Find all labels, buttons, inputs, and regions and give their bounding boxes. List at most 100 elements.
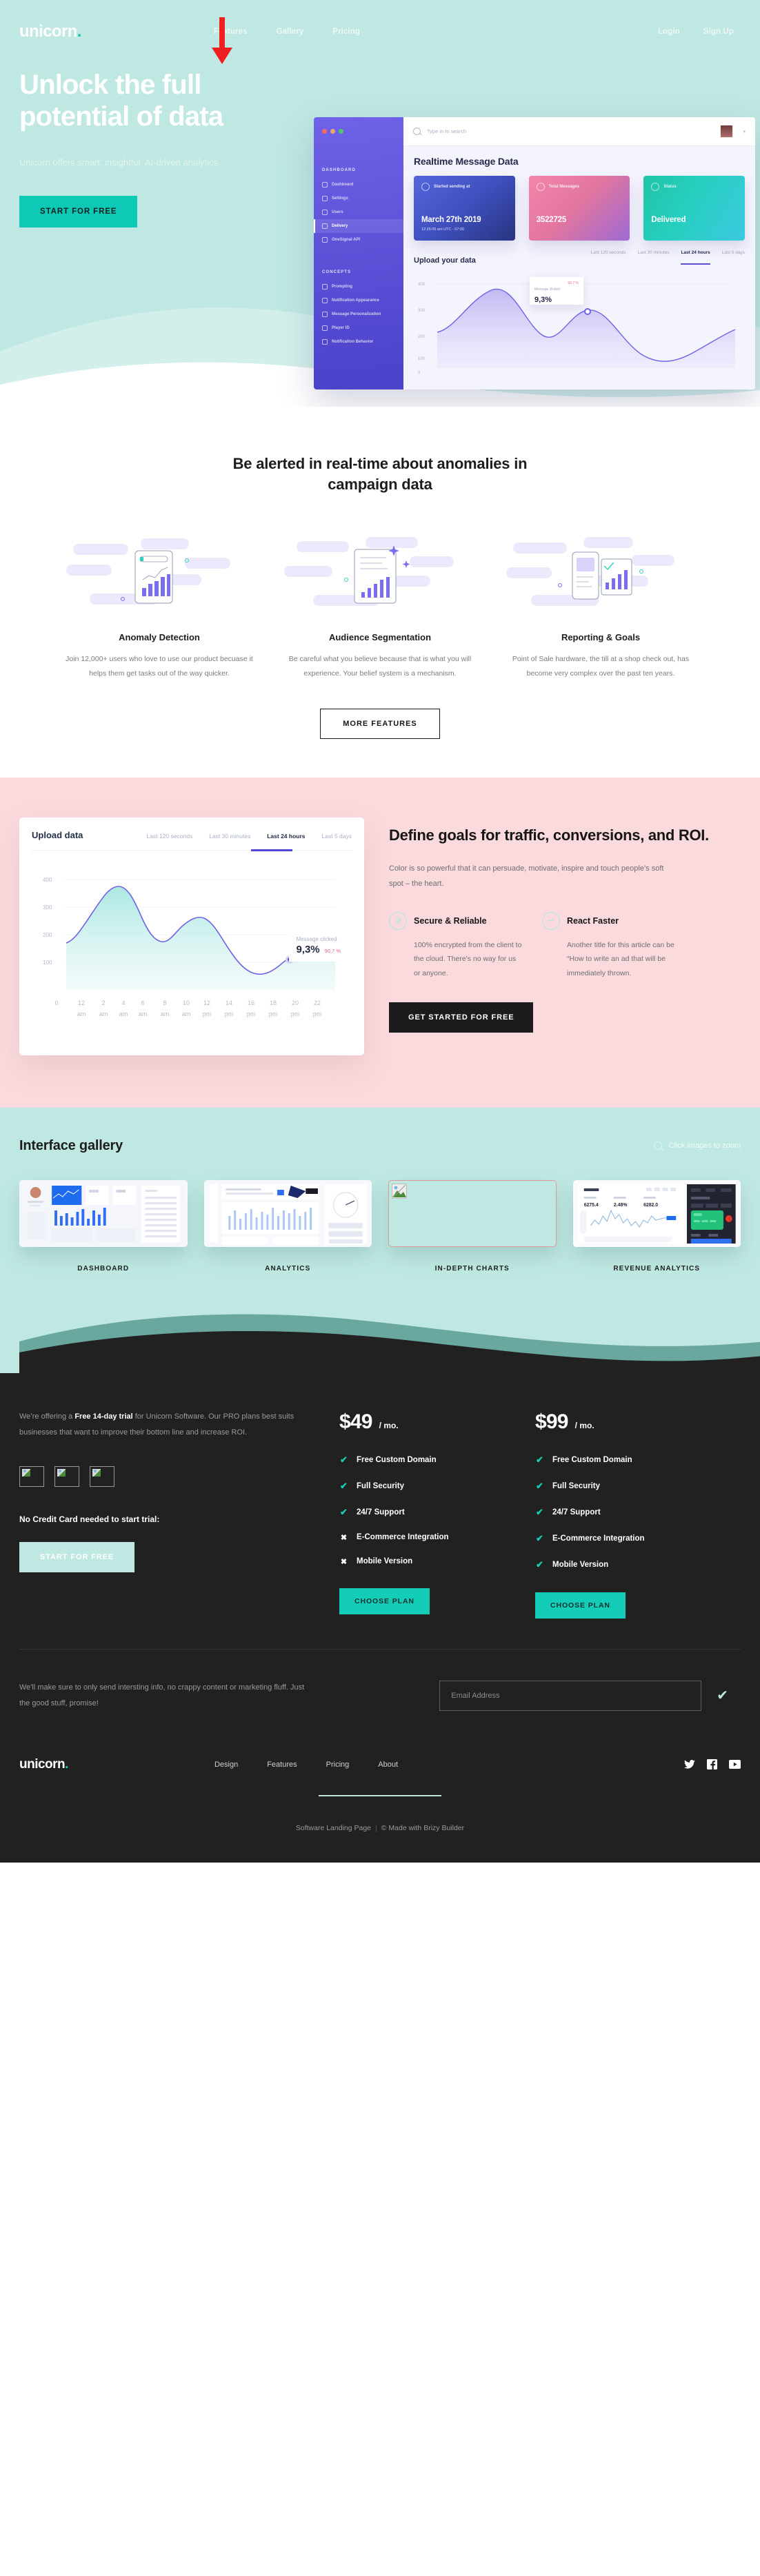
svg-text:22: 22 <box>314 1000 321 1006</box>
mock-search-placeholder[interactable]: Type in to search <box>427 128 466 134</box>
broken-image-placeholder[interactable] <box>388 1179 557 1247</box>
plan-card-49: $49 / mo. ✔ Free Custom Domain ✔ Full Secur… <box>339 1410 512 1619</box>
mock-tab-last-5-days[interactable]: Last 5 days <box>722 250 745 255</box>
svg-text:300: 300 <box>43 904 52 911</box>
gallery-caption: DASHBOARD <box>77 1264 130 1272</box>
goals-text-block: Define goals for traffic, conversions, a… <box>389 818 741 1055</box>
mock-sidebar-item-notification-appearance[interactable]: Notification Appearance <box>314 294 403 307</box>
twitter-icon[interactable] <box>683 1758 695 1770</box>
mock-sidebar-item-dashboard[interactable]: Dashboard <box>314 178 403 192</box>
svg-text:10: 10 <box>183 1000 190 1006</box>
choose-plan-button-99[interactable]: CHOOSE PLAN <box>535 1592 626 1619</box>
mock-sidebar-label: Notification Appearance <box>332 298 379 303</box>
chart-tab-underline <box>32 849 352 851</box>
svg-text:400: 400 <box>43 877 52 883</box>
mock-sidebar-item-users[interactable]: Users <box>314 205 403 219</box>
goals-column-secure-reliable: 🛡 Secure & Reliable 100% encrypted from … <box>389 911 524 980</box>
hero-title: Unlock the full potential of data <box>19 70 223 132</box>
brand-logo[interactable]: unicorn. <box>19 23 81 40</box>
signup-link[interactable]: Sign Up <box>703 28 734 36</box>
mock-stat-cards: Started sending at March 27th 2019 12:26… <box>414 176 746 241</box>
plan-feature-row: ✔ 24/7 Support <box>339 1507 512 1518</box>
plan-feature-label: E-Commerce Integration <box>357 1533 449 1542</box>
footer-logo[interactable]: unicorn. <box>19 1757 68 1772</box>
mock-sidebar-group-label-concepts: CONCEPTS <box>322 270 352 274</box>
plan-feature-label: Mobile Version <box>552 1560 609 1569</box>
svg-text:12: 12 <box>78 1000 85 1006</box>
footer-logo-text: unicorn <box>19 1756 66 1772</box>
plan-feature-row: ✔ Full Security <box>339 1481 512 1492</box>
svg-text:pm: pm <box>247 1011 256 1017</box>
gallery-caption: ANALYTICS <box>265 1264 311 1272</box>
chart-tab-last-24-hours[interactable]: Last 24 hours <box>267 833 305 840</box>
mock-sidebar: DASHBOARD Dashboard Settings Users Deliv… <box>314 117 403 389</box>
goals-column-text: Another title for this article can be “H… <box>567 940 674 977</box>
analytics-screenshot[interactable] <box>203 1179 372 1247</box>
chevron-down-icon[interactable]: ▾ <box>743 129 746 134</box>
newsletter-text: We'll make sure to only send intersting … <box>19 1683 305 1707</box>
mock-sidebar-item-settings[interactable]: Settings <box>314 192 403 205</box>
svg-text:am: am <box>119 1011 128 1017</box>
footer-link-features[interactable]: Features <box>267 1761 297 1769</box>
mock-sidebar-label: Player ID <box>332 326 350 330</box>
nav-link-pricing[interactable]: Pricing <box>332 28 360 36</box>
svg-text:am: am <box>161 1011 170 1017</box>
user-icon <box>322 210 328 215</box>
features-title: Be alerted in real-time about anomalies … <box>232 455 528 494</box>
mock-sidebar-item-prompting[interactable]: Prompting <box>314 280 403 294</box>
gallery-zoom-hint: Click images to zoom <box>654 1142 741 1150</box>
mock-sidebar-label: Notification Behavior <box>332 340 374 344</box>
choose-plan-button-49[interactable]: CHOOSE PLAN <box>339 1588 430 1614</box>
footer-link-pricing[interactable]: Pricing <box>326 1761 350 1769</box>
email-input[interactable] <box>439 1680 702 1711</box>
check-icon: ✔ <box>536 1559 543 1570</box>
facebook-icon[interactable] <box>706 1758 718 1770</box>
chart-tooltip-label: Message clicked <box>296 935 337 942</box>
revenue-analytics-screenshot[interactable]: 6275.4 2.48% 6282.0 <box>572 1179 741 1247</box>
nav-link-gallery[interactable]: Gallery <box>277 28 304 36</box>
svg-text:20: 20 <box>292 1000 299 1006</box>
check-icon[interactable]: ✔ <box>717 1689 728 1703</box>
brand-logo-text: unicorn <box>19 22 77 41</box>
dashboard-screenshot[interactable] <box>19 1179 188 1247</box>
youtube-icon[interactable] <box>729 1758 741 1770</box>
mock-sidebar-label: OneSignal API <box>332 238 361 242</box>
mock-sidebar-item-player-id[interactable]: Player ID <box>314 321 403 335</box>
footer-copyright: Software Landing Page | © Made with Brizy … <box>295 1823 465 1832</box>
mock-tab-last-120-seconds[interactable]: Last 120 seconds <box>591 250 626 255</box>
chart-tab-last-30-minutes[interactable]: Last 30 minutes <box>209 833 250 840</box>
mock-tab-last-30-minutes[interactable]: Last 30 minutes <box>638 250 670 255</box>
svg-text:12: 12 <box>203 1000 210 1006</box>
avatar[interactable] <box>720 125 734 138</box>
more-features-button[interactable]: MORE FEATURES <box>320 708 440 739</box>
footer-link-design[interactable]: Design <box>214 1761 238 1769</box>
check-icon: ✔ <box>536 1506 543 1517</box>
newsletter-divider <box>19 1648 741 1650</box>
mock-sidebar-item-notification-behavior[interactable]: Notification Behavior <box>314 335 403 349</box>
chart-tab-last-5-days[interactable]: Last 5 days <box>322 833 352 840</box>
svg-text:200: 200 <box>43 932 52 938</box>
plan-price: $99 <box>535 1410 568 1433</box>
mock-sidebar-label: Delivery <box>332 224 348 228</box>
svg-text:2: 2 <box>101 1000 105 1006</box>
cross-icon: ✖ <box>340 1533 348 1542</box>
hero-text-block: Unlock the full potential of data Unicor… <box>0 69 297 228</box>
check-icon: ✔ <box>340 1506 348 1517</box>
pricing-start-for-free-button[interactable]: START FOR FREE <box>19 1542 135 1572</box>
mock-chart-tooltip: 90,7 % Message clicked 9,3% <box>530 277 583 305</box>
login-link[interactable]: Login <box>658 28 680 36</box>
svg-text:300: 300 <box>418 309 426 313</box>
mock-sidebar-item-delivery[interactable]: Delivery <box>314 219 403 233</box>
chart-tab-last-120-seconds[interactable]: Last 120 seconds <box>147 833 193 840</box>
plan-feature-label: E-Commerce Integration <box>552 1534 645 1543</box>
footer-link-about[interactable]: About <box>378 1761 398 1769</box>
get-started-for-free-button[interactable]: GET STARTED FOR FREE <box>389 1002 534 1033</box>
hero-start-for-free-button[interactable]: START FOR FREE <box>19 196 138 228</box>
mock-sidebar-item-message-personalization[interactable]: Message Personalization <box>314 307 403 321</box>
mock-sidebar-item-onesignal-api[interactable]: OneSignal API <box>314 233 403 247</box>
svg-text:am: am <box>77 1011 86 1017</box>
mock-tab-last-24-hours[interactable]: Last 24 hours <box>681 250 710 265</box>
plan-feature-label: Free Custom Domain <box>357 1455 437 1464</box>
pricing-lead: We’re offering a Free 14-day trial for U… <box>19 1409 316 1441</box>
globe-icon <box>536 183 545 191</box>
